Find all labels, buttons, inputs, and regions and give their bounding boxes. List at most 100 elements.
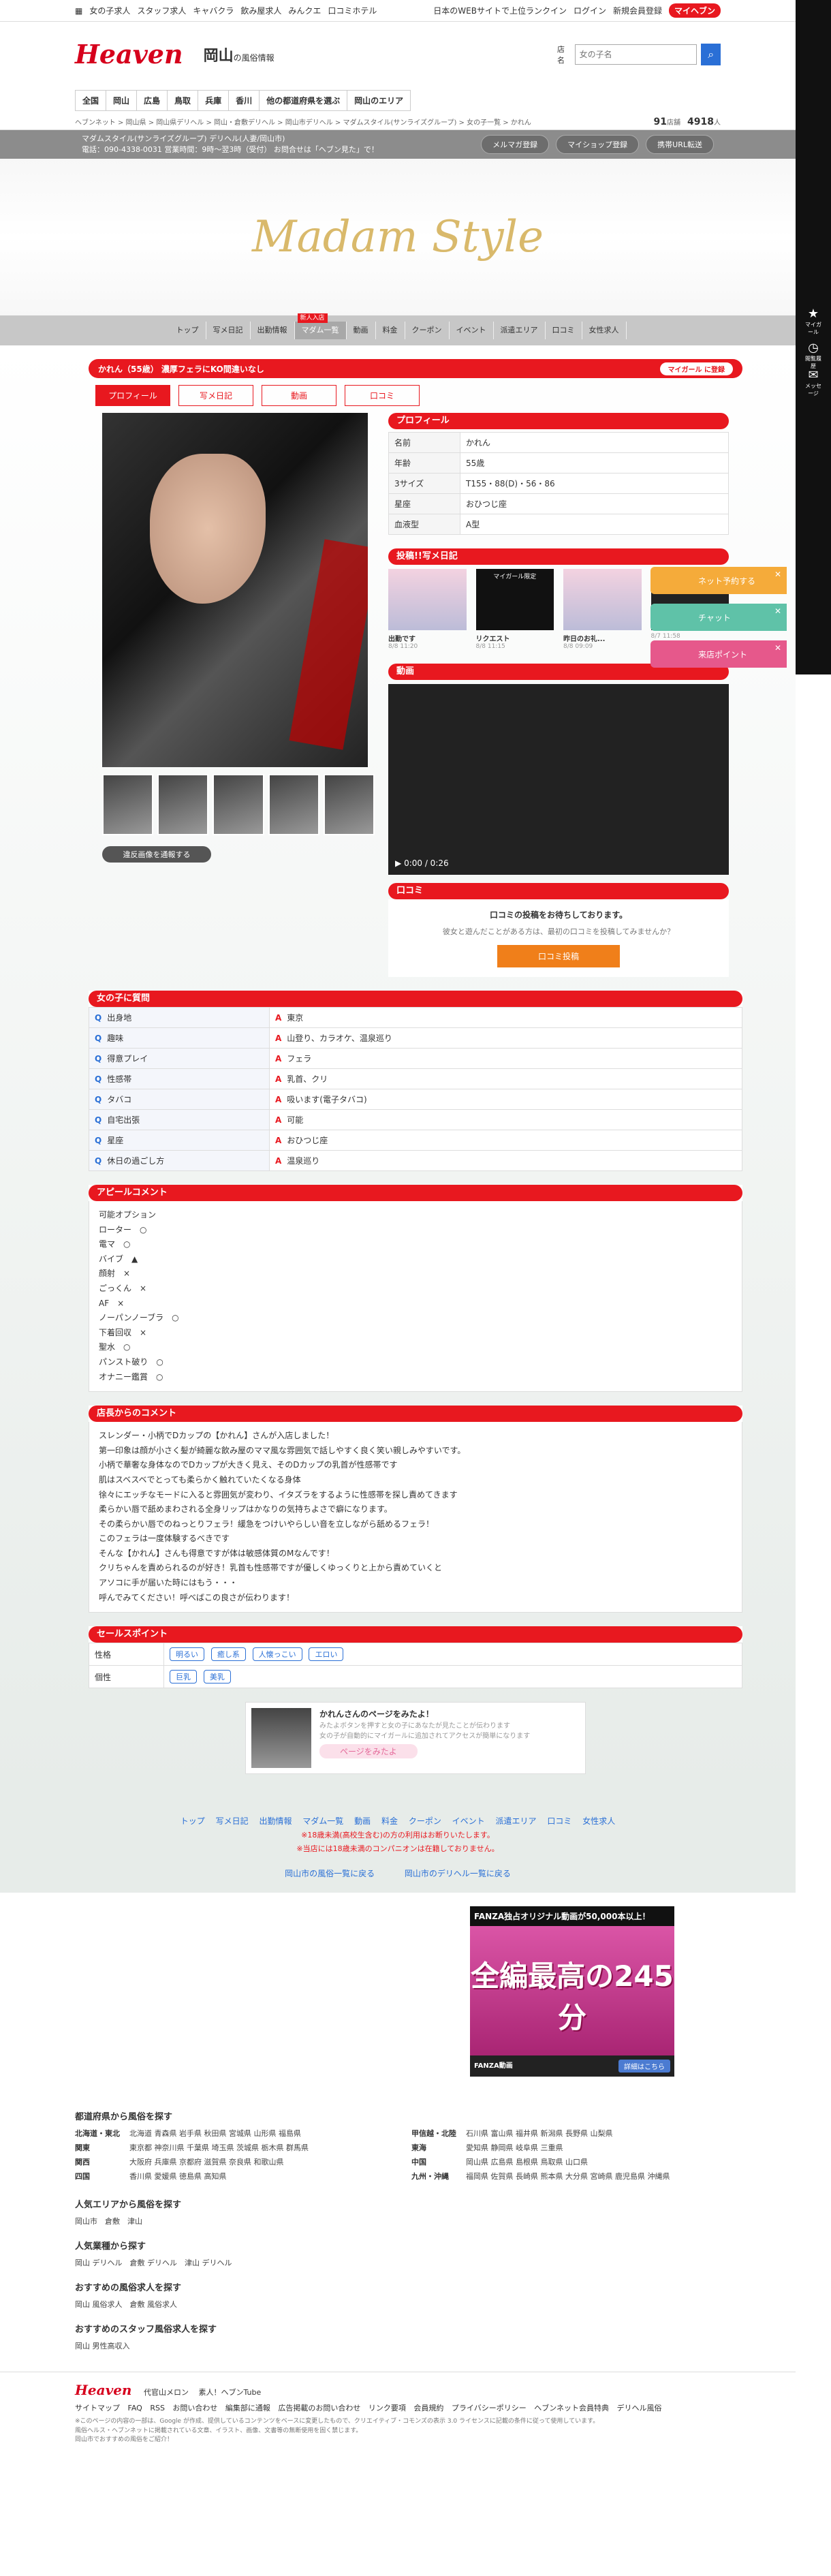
melon-link[interactable]: 代官山メロン [144,2388,189,2397]
mobile-url-button[interactable]: 携帯URL転送 [646,135,714,154]
footer-link[interactable]: 広告掲載のお問い合わせ [278,2404,360,2412]
mailmag-button[interactable]: メルマガ登録 [481,135,550,154]
top-link[interactable]: みんクエ [288,5,321,16]
shop-nav-item[interactable]: 動画 [347,322,376,339]
mitayo-button[interactable]: ページをみたよ [319,1744,418,1759]
heaventube-link[interactable]: 素人！ヘブンTube [198,2388,261,2397]
diary-card[interactable]: 昨日のお礼... 8/8 09:09 [563,569,642,650]
footer-nav-link[interactable]: トップ [181,1816,205,1826]
shop-nav-item[interactable]: イベント [450,322,494,339]
top-link[interactable]: スタッフ求人 [137,5,186,16]
top-link[interactable]: 口コミホテル [328,5,377,16]
history-side-button[interactable]: ◷ 閲覧履歴 [805,341,821,370]
shop-nav-item[interactable]: トップ [170,322,206,339]
video-player[interactable]: ▶ 0:00 / 0:26 [388,684,729,875]
footer-nav-link[interactable]: 口コミ [547,1816,571,1826]
region-row[interactable]: 北海道・東北 北海道 青森県 岩手県 秋田県 宮城県 山形県 福島県 [75,2128,384,2139]
sitemap-links[interactable]: 岡山 男性高収入 [75,2340,721,2351]
footer-link[interactable]: FAQ [128,2404,142,2412]
shop-nav-item[interactable]: クーポン [405,322,450,339]
tab-diary[interactable]: 写メ日記 [178,385,253,406]
search-input[interactable] [574,44,697,65]
diary-card[interactable]: 出勤です 8/8 11:20 [388,569,467,650]
chat-button[interactable]: チャット ✕ [650,604,787,631]
tab-profile[interactable]: プロフィール [95,385,170,406]
footer-link[interactable]: サイトマップ [75,2404,120,2412]
top-link[interactable]: 飲み屋求人 [240,5,281,16]
tag[interactable]: 人懐っこい [252,1647,302,1662]
footer-nav-link[interactable]: 動画 [354,1816,371,1826]
net-reserve-button[interactable]: ネット予約する ✕ [650,567,787,594]
myshop-button[interactable]: マイショップ登録 [556,135,640,154]
thumbnail[interactable] [157,774,209,835]
ad-detail-button[interactable]: 詳細はこちら [618,2060,670,2073]
ranking-text[interactable]: 日本のWEBサイトで上位ランクイン [433,5,567,16]
footer-nav-link[interactable]: クーポン [409,1816,441,1826]
ad-banner[interactable]: FANZA独占オリジナル動画が50,000本以上！ 全編最高の245分 詳細はこ… [470,1906,674,2077]
region-row[interactable]: 東海 愛知県 静岡県 岐阜県 三重県 [411,2142,721,2153]
area-nav-item[interactable]: 香川 [228,89,260,111]
login-link[interactable]: ログイン [574,5,606,16]
play-icon[interactable]: ▶ [395,858,401,868]
footer-link[interactable]: デリヘル風俗 [616,2404,661,2412]
footer-nav-link[interactable]: 料金 [381,1816,398,1826]
sitemap-links[interactable]: 岡山 デリヘル 倉敷 デリヘル 津山 デリヘル [75,2257,721,2268]
close-icon[interactable]: ✕ [774,606,781,616]
mygirl-button[interactable]: マイガール に登録 [659,362,733,375]
region-row[interactable]: 関東 東京都 神奈川県 千葉県 埼玉県 茨城県 栃木県 群馬県 [75,2142,384,2153]
shop-nav-item[interactable]: 写メ日記 [206,322,251,339]
search-button[interactable]: ⌕ [701,43,721,65]
footer-nav-link[interactable]: マダム一覧 [302,1816,343,1826]
post-review-button[interactable]: 口コミ投稿 [497,945,620,967]
tag[interactable]: 美乳 [203,1670,231,1684]
tag[interactable]: エロい [309,1647,344,1662]
footer-nav-link[interactable]: イベント [452,1816,485,1826]
footer-link[interactable]: 編集部に通報 [225,2404,270,2412]
mygirl-side-button[interactable]: ★ マイガール [805,307,821,336]
area-nav-item[interactable]: 他の都道府県を選ぶ [259,89,348,111]
footer-link[interactable]: 会員規約 [413,2404,443,2412]
footer-link[interactable]: RSS [150,2404,165,2412]
thumbnail[interactable] [102,774,154,835]
region-row[interactable]: 甲信越・北陸 石川県 富山県 福井県 新潟県 長野県 山梨県 [411,2128,721,2139]
footer-nav-link[interactable]: 派遣エリア [496,1816,537,1826]
back-link[interactable]: 岡山市のデリヘル一覧に戻る [405,1869,511,1878]
close-icon[interactable]: ✕ [774,570,781,579]
shop-nav-item[interactable]: 出勤情報 [251,322,295,339]
region-row[interactable]: 九州・沖縄 福岡県 佐賀県 長崎県 熊本県 大分県 宮崎県 鹿児島県 沖縄県 [411,2171,721,2182]
tag[interactable]: 癒し系 [210,1647,246,1662]
footer-nav-link[interactable]: 出勤情報 [259,1816,292,1826]
tab-review[interactable]: 口コミ [345,385,420,406]
thumbnail[interactable] [323,774,375,835]
sitemap-links[interactable]: 岡山 風俗求人 倉敷 風俗求人 [75,2299,721,2310]
shop-nav-item[interactable]: 口コミ [546,322,582,339]
footer-logo[interactable]: Heaven [75,2382,131,2398]
footer-link[interactable]: お問い合わせ [172,2404,217,2412]
shop-nav-item[interactable]: 女性求人 [582,322,627,339]
top-link[interactable]: 女の子求人 [89,5,130,16]
shop-nav-item[interactable]: 派遣エリア [494,322,546,339]
diary-card[interactable]: マイガール限定 リクエスト 8/8 11:15 [475,569,554,650]
tag[interactable]: 明るい [170,1647,204,1662]
top-link[interactable]: キャバクラ [193,5,234,16]
area-nav-item[interactable]: 鳥取 [167,89,199,111]
shop-nav-item-girls[interactable]: 新人入店 マダム一覧 [294,313,347,339]
close-icon[interactable]: ✕ [774,643,781,653]
site-logo[interactable]: Heaven [75,39,183,69]
region-row[interactable]: 四国 香川県 愛媛県 徳島県 高知県 [75,2171,384,2182]
tag[interactable]: 巨乳 [170,1670,197,1684]
sitemap-links[interactable]: 岡山市 倉敷 津山 [75,2216,721,2226]
grid-icon[interactable]: ▦ [75,6,82,16]
main-photo[interactable] [102,413,368,767]
breadcrumb-path[interactable]: ヘブンネット > 岡山県 > 岡山県デリヘル > 岡山・倉敷デリヘル > 岡山市… [75,117,531,127]
area-nav-item[interactable]: 広島 [136,89,168,111]
footer-link[interactable]: プライバシーポリシー [452,2404,527,2412]
tab-video[interactable]: 動画 [262,385,336,406]
region-row[interactable]: 中国 岡山県 広島県 島根県 鳥取県 山口県 [411,2156,721,2167]
footer-link[interactable]: リンク要項 [369,2404,406,2412]
back-link[interactable]: 岡山市の風俗一覧に戻る [285,1869,375,1878]
footer-nav-link[interactable]: 女性求人 [582,1816,615,1826]
thumbnail[interactable] [268,774,319,835]
shop-nav-item[interactable]: 料金 [376,322,405,339]
footer-link[interactable]: ヘブンネット会員特典 [534,2404,609,2412]
